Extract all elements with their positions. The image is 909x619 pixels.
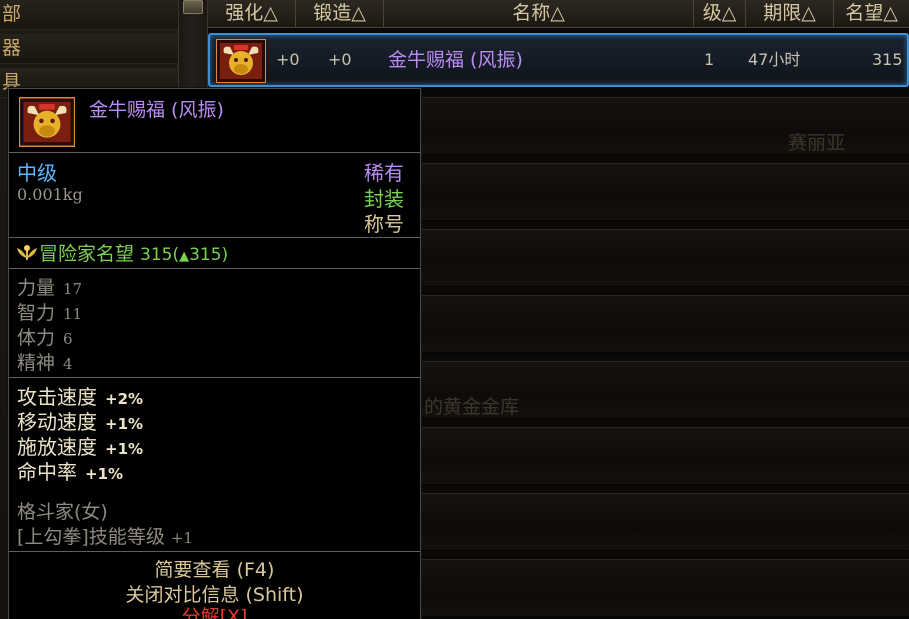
disassemble-button[interactable]: 分解[X]: [9, 602, 420, 619]
category-item-all[interactable]: 部: [0, 0, 178, 30]
item-tooltip: 金牛赐福 (风振) 中级 0.001kg 稀有 封装 称号 冒险家名望 315(▲…: [8, 88, 421, 619]
category-item-weapon[interactable]: 器: [0, 34, 178, 64]
adventurer-fame: 冒险家名望 315(▲315): [15, 239, 228, 265]
col-fame-header[interactable]: 名望△: [834, 0, 909, 28]
row-bg-text: 赛丽亚: [788, 132, 846, 154]
col-forge-header[interactable]: 锻造△: [296, 0, 384, 28]
laurel-icon: [15, 244, 39, 267]
item-rarity: 稀有: [364, 161, 404, 185]
col-name-header[interactable]: 名称△: [384, 0, 694, 28]
col-enhance-header[interactable]: 强化△: [208, 0, 296, 28]
brief-view-button[interactable]: 简要查看 (F4): [9, 555, 420, 582]
row-fame: 315: [872, 50, 903, 69]
table-row-selected[interactable]: +0 +0 金牛赐福 (风振) 1 47小时 315: [208, 33, 909, 87]
golden-bull-icon: [17, 96, 83, 149]
stat-strength: 力量 17: [17, 277, 83, 299]
triangle-up-icon: ▲: [179, 249, 190, 264]
col-expire-header[interactable]: 期限△: [746, 0, 834, 28]
table-header: 强化△ 锻造△ 名称△ 级△ 期限△ 名望△: [208, 0, 909, 28]
row-forge: +0: [328, 50, 352, 69]
skill-bonus: [上勾拳]技能等级 +1: [17, 526, 193, 548]
scrollbar-thumb[interactable]: [183, 0, 203, 14]
bonus-hit-rate: 命中率 +1%: [17, 460, 124, 484]
fame-delta: 315): [189, 245, 229, 265]
divider: [9, 152, 420, 153]
row-bg-text: 的黄金金库: [424, 396, 520, 418]
row-level: 1: [704, 50, 715, 69]
col-level-header[interactable]: 级△: [694, 0, 746, 28]
golden-bull-icon: [215, 38, 267, 84]
divider: [9, 551, 420, 552]
item-type: 称号: [364, 212, 404, 236]
stat-intelligence: 智力 11: [17, 302, 83, 324]
row-item-name: 金牛赐福 (风振): [388, 49, 523, 71]
stat-vitality: 体力 6: [17, 327, 73, 349]
divider: [9, 377, 420, 378]
divider: [9, 268, 420, 269]
job-requirement: 格斗家(女): [17, 501, 108, 523]
item-weight: 0.001kg: [17, 185, 83, 204]
row-expire: 47小时: [748, 50, 801, 69]
stat-spirit: 精神 4: [17, 352, 73, 374]
fame-label: 冒险家名望: [39, 243, 135, 265]
tooltip-title: 金牛赐福 (风振): [89, 99, 224, 121]
item-grade: 中级: [17, 161, 57, 185]
fame-value: 315(: [140, 245, 180, 265]
divider: [9, 237, 420, 238]
row-enhance: +0: [276, 50, 300, 69]
